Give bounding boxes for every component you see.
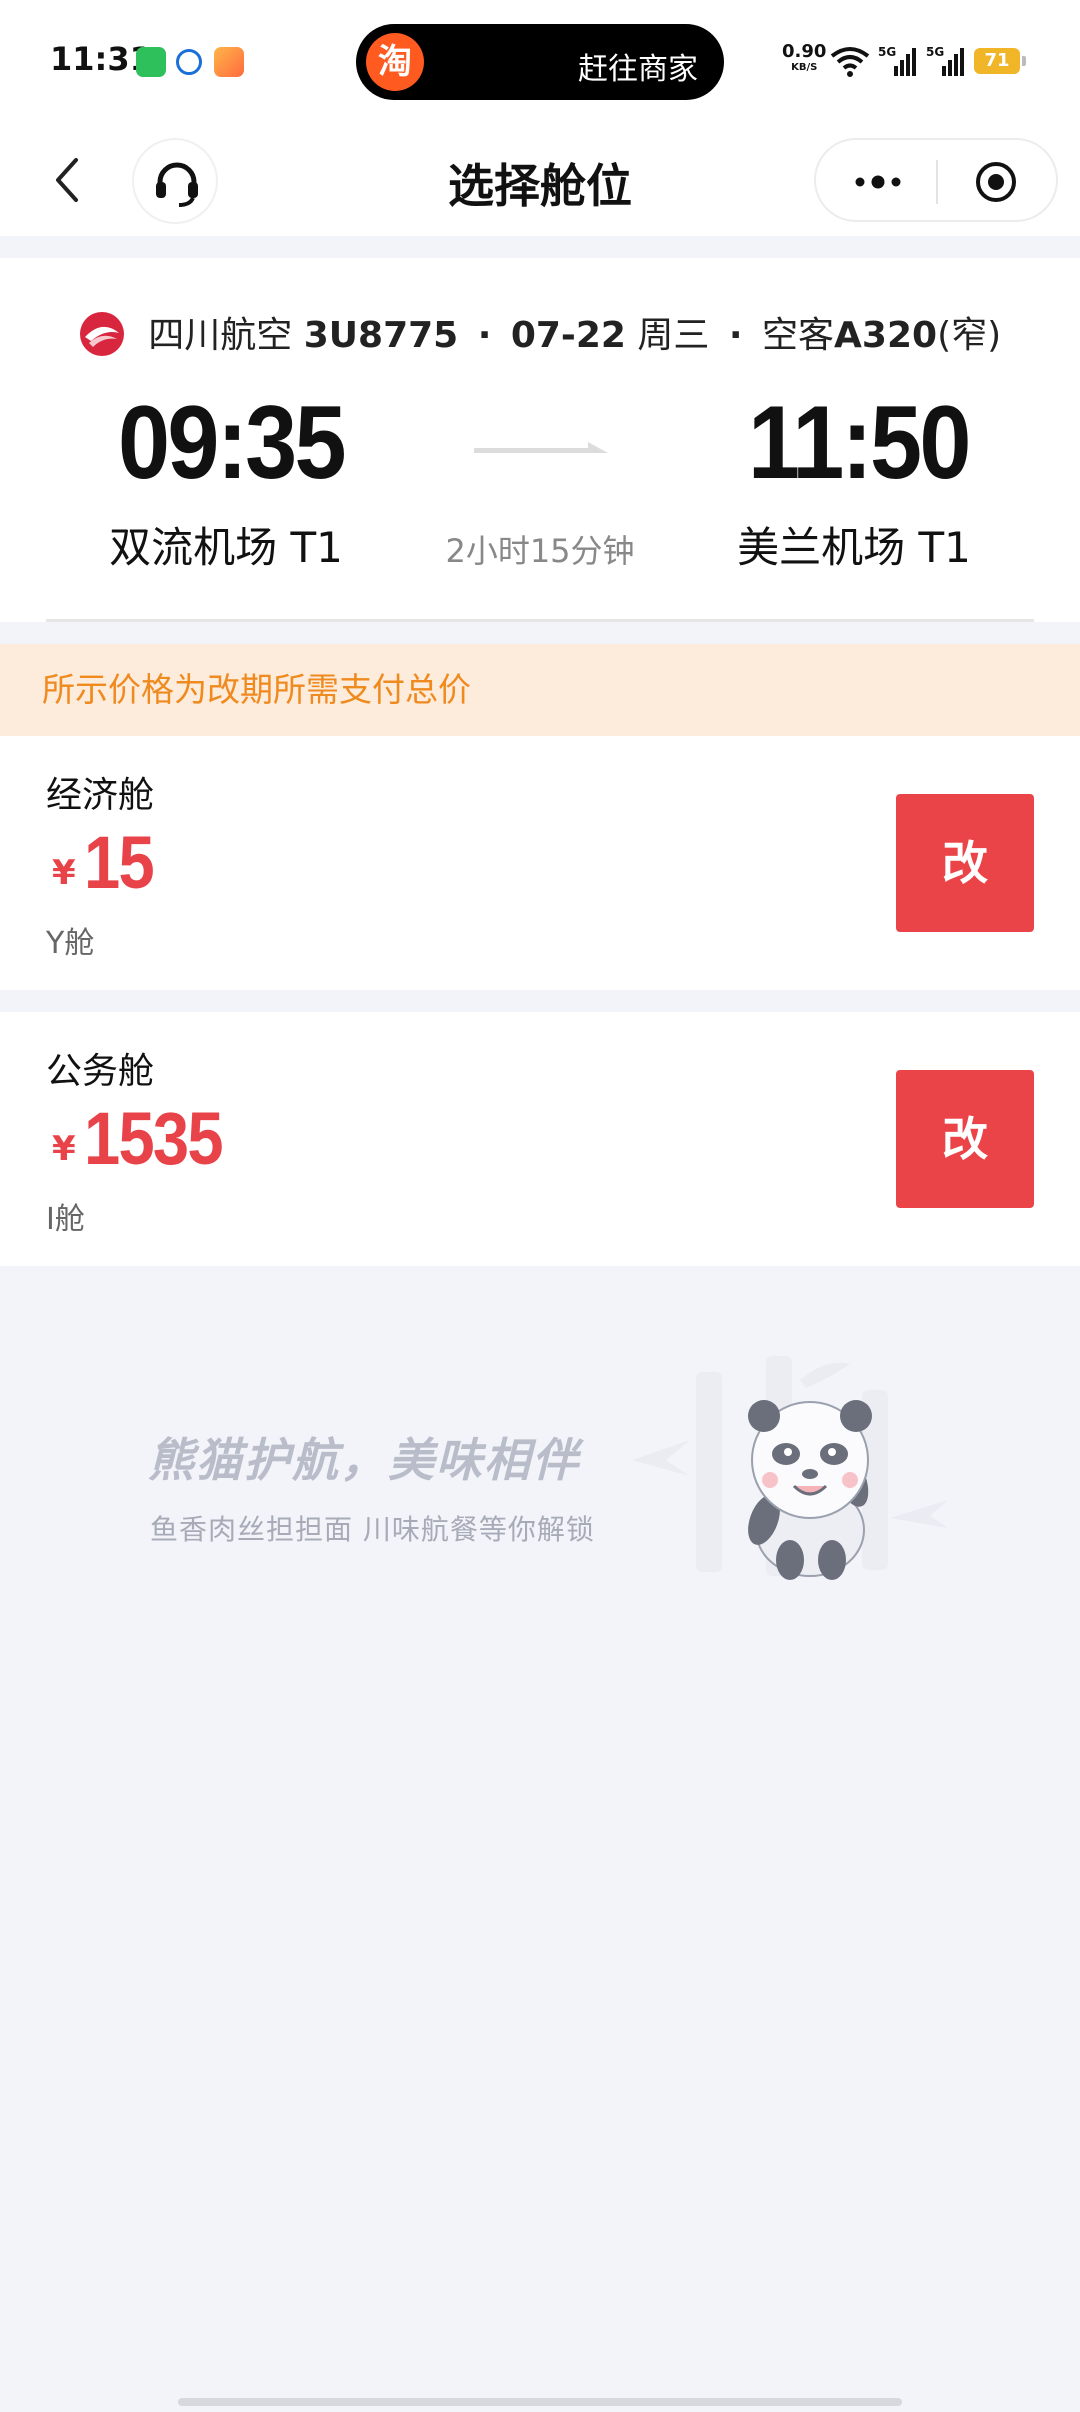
svg-text:5G: 5G — [926, 45, 944, 59]
flight-date: 07-22 — [510, 315, 626, 356]
wechat-notification-icon — [136, 47, 166, 77]
cabin-name: 公务舱 — [46, 1051, 155, 1092]
cabin-option-economy: 经济舱 ¥15 Y舱 改 — [0, 736, 1080, 990]
aircraft-size: (窄) — [937, 315, 1002, 356]
network-speed-value: 0.90 — [782, 41, 827, 62]
wifi-icon — [830, 47, 870, 77]
cabin-class-code: I舱 — [46, 1202, 85, 1237]
navigation-bar: 选择舱位 — [0, 124, 1080, 236]
signal-icon: 5G — [878, 45, 916, 76]
aircraft-model: A320 — [834, 315, 938, 356]
flight-info-line: 四川航空 3U8775 · 07-22 周三 · 空客A320(窄) — [0, 306, 1080, 358]
island-status-text: 赶往商家 — [578, 52, 698, 87]
departure-time: 09:35 — [118, 385, 347, 501]
aircraft-maker: 空客 — [762, 315, 835, 356]
mini-program-capsule — [814, 138, 1058, 222]
network-speed: 0.90 KB/S — [782, 41, 827, 76]
home-indicator[interactable] — [178, 2398, 902, 2406]
panda-illustration — [632, 1356, 948, 1580]
departure-airport: 双流机场 T1 — [109, 523, 343, 572]
status-bar: 11:31 淘 赶往商家 0.90 KB/S 5G 5G 71 — [0, 0, 1080, 124]
cabin-price: ¥15 — [52, 820, 162, 905]
price-amount: 15 — [83, 821, 155, 904]
currency-symbol: ¥ — [52, 853, 76, 893]
separator-dot: · — [477, 315, 492, 356]
divider — [46, 619, 1034, 622]
cabin-price: ¥1535 — [52, 1096, 240, 1181]
close-miniprogram-icon[interactable] — [974, 160, 1018, 204]
currency-symbol: ¥ — [52, 1129, 76, 1169]
cabin-class-code: Y舱 — [46, 926, 95, 961]
separator-dot: · — [728, 315, 743, 356]
flight-arrow-icon — [474, 442, 608, 453]
flight-weekday: 周三 — [637, 315, 710, 356]
change-economy-button[interactable]: 改 — [896, 794, 1034, 932]
flight-number: 3U8775 — [303, 315, 459, 356]
airline-name: 四川航空 — [148, 315, 293, 356]
dynamic-island-taobao[interactable]: 淘 赶往商家 — [356, 24, 724, 100]
arrival-airport: 美兰机场 T1 — [737, 523, 971, 572]
flight-duration: 2小时15分钟 — [445, 532, 635, 570]
svg-text:5G: 5G — [878, 45, 896, 59]
promo-subtitle: 鱼香肉丝担担面 川味航餐等你解锁 — [150, 1513, 595, 1546]
cabin-name: 经济舱 — [46, 775, 155, 816]
flight-summary-card: 四川航空 3U8775 · 07-22 周三 · 空客A320(窄) 09:35… — [0, 258, 1080, 622]
network-speed-unit: KB/S — [791, 62, 818, 73]
signal-icon: 5G — [926, 45, 964, 76]
price-amount: 1535 — [83, 1097, 224, 1180]
taobao-icon: 淘 — [366, 33, 424, 91]
price-notice-banner: 所示价格为改期所需支付总价 — [0, 644, 1080, 736]
app-notification-icon — [176, 49, 202, 75]
more-icon[interactable] — [848, 164, 908, 200]
sichuan-airlines-logo — [79, 312, 124, 356]
arrival-time: 11:50 — [748, 385, 971, 501]
change-business-button[interactable]: 改 — [896, 1070, 1034, 1208]
battery-icon: 71 — [974, 48, 1026, 74]
game-notification-icon — [214, 47, 244, 77]
promo-title: 熊猫护航，美味相伴 — [148, 1433, 580, 1487]
capsule-divider — [936, 160, 938, 204]
cabin-option-business: 公务舱 ¥1535 I舱 改 — [0, 1012, 1080, 1266]
